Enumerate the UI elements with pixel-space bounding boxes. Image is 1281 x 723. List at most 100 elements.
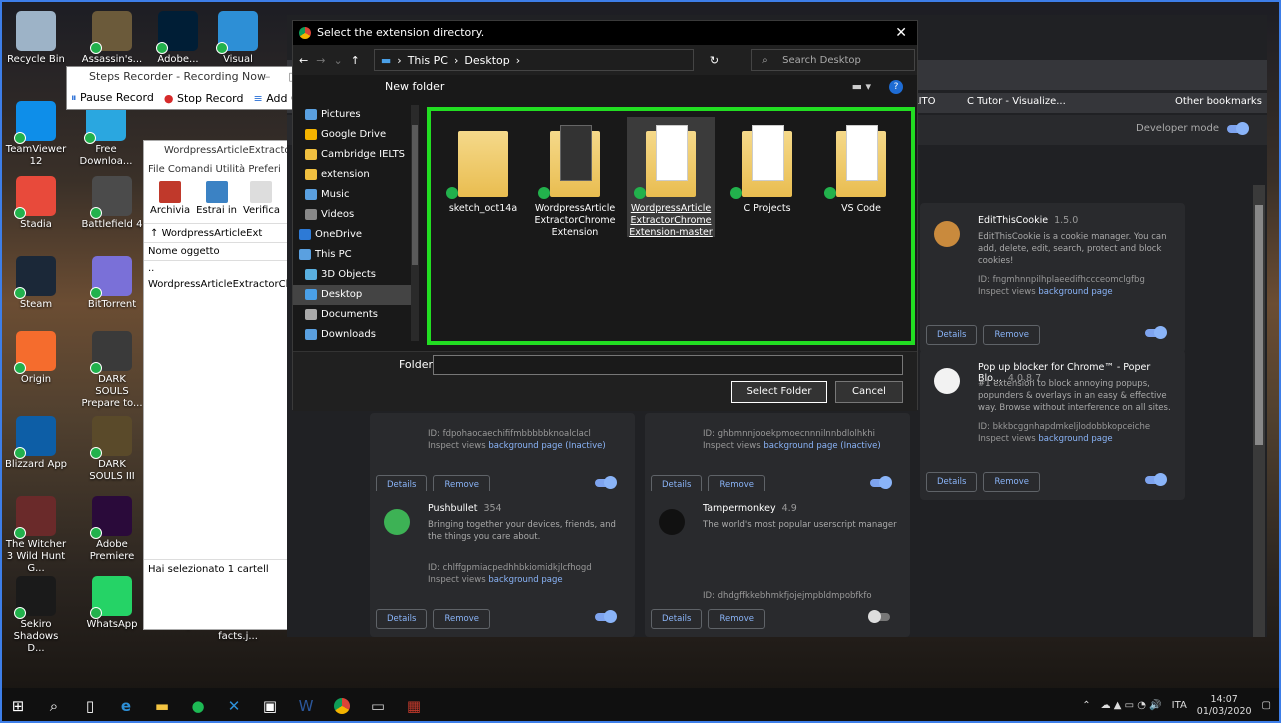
tool-archive[interactable]: Archivia bbox=[150, 181, 190, 221]
tree-item[interactable]: This PC bbox=[293, 245, 411, 265]
archive-address[interactable]: ↑ WordpressArticleExt bbox=[144, 223, 290, 243]
up-icon[interactable]: ↑ bbox=[351, 54, 360, 67]
chevron-down-icon[interactable]: ⌄ bbox=[333, 54, 342, 67]
select-folder-button[interactable]: Select Folder bbox=[731, 381, 827, 403]
back-icon[interactable]: ← bbox=[299, 54, 308, 67]
forward-icon[interactable]: → bbox=[316, 54, 325, 67]
tool-extract[interactable]: Estrai in bbox=[196, 181, 237, 221]
tree-item[interactable]: Desktop bbox=[293, 285, 411, 305]
clock[interactable]: 14:07 01/03/2020 bbox=[1197, 694, 1252, 718]
folder-item[interactable]: VS Code bbox=[817, 117, 905, 237]
desktop-icon[interactable]: DARK SOULS III bbox=[80, 416, 144, 483]
extension-toggle[interactable] bbox=[595, 610, 617, 623]
folder-item[interactable]: WordpressArticle ExtractorChrome Extensi… bbox=[531, 117, 619, 238]
vscode-icon[interactable]: ✕ bbox=[216, 688, 252, 723]
remove-button[interactable]: Remove bbox=[983, 325, 1040, 345]
tree-item[interactable]: OneDrive bbox=[293, 225, 411, 245]
tree-item[interactable]: Downloads bbox=[293, 325, 411, 341]
close-icon[interactable]: ✕ bbox=[895, 21, 907, 45]
up-arrow-icon[interactable]: ↑ bbox=[150, 228, 162, 239]
column-header[interactable]: Nome oggetto bbox=[144, 243, 290, 261]
extension-toggle[interactable] bbox=[595, 476, 617, 489]
details-button[interactable]: Details bbox=[926, 472, 978, 492]
scroll-thumb[interactable] bbox=[412, 125, 418, 265]
details-button[interactable]: Details bbox=[651, 609, 703, 629]
extension-toggle[interactable] bbox=[1145, 326, 1167, 339]
language-indicator[interactable]: ITA bbox=[1172, 700, 1187, 711]
extension-toggle[interactable] bbox=[870, 476, 892, 489]
desktop-icon[interactable]: Recycle Bin bbox=[4, 11, 68, 66]
path-desktop[interactable]: Desktop bbox=[464, 54, 509, 67]
page-scrollbar[interactable] bbox=[1253, 185, 1265, 637]
desktop-icon[interactable]: Sekiro Shadows D... bbox=[4, 576, 68, 655]
tree-item[interactable]: 3D Objects bbox=[293, 265, 411, 285]
start-icon[interactable]: ⊞ bbox=[0, 688, 36, 723]
search-icon[interactable]: ⌕ bbox=[36, 688, 72, 723]
file-explorer-icon[interactable]: ▬ bbox=[144, 688, 180, 723]
archive-taskbar-icon[interactable]: ▦ bbox=[396, 688, 432, 723]
remove-button[interactable]: Remove bbox=[708, 609, 765, 629]
path-this-pc[interactable]: This PC bbox=[408, 54, 448, 67]
desktop-icon[interactable]: DARK SOULS Prepare to... bbox=[80, 331, 144, 410]
notifications-icon[interactable]: ▢ bbox=[1262, 700, 1271, 711]
new-folder-button[interactable]: New folder bbox=[385, 80, 444, 93]
background-page-link[interactable]: background page bbox=[1038, 287, 1112, 297]
task-view-icon[interactable]: ▯ bbox=[72, 688, 108, 723]
steps-recorder-taskbar-icon[interactable]: ▭ bbox=[360, 688, 396, 723]
pause-record-button[interactable]: ⏸ Pause Record bbox=[71, 91, 154, 105]
desktop-icon[interactable]: Origin bbox=[4, 331, 68, 386]
stop-record-button[interactable]: ● Stop Record bbox=[164, 92, 244, 105]
tree-item[interactable]: Documents bbox=[293, 305, 411, 325]
folder-item[interactable]: sketch_oct14a bbox=[439, 117, 527, 237]
tree-item[interactable]: Pictures bbox=[293, 105, 411, 125]
help-icon[interactable]: ? bbox=[889, 80, 903, 94]
extension-toggle[interactable] bbox=[868, 610, 890, 623]
scroll-thumb[interactable] bbox=[1255, 205, 1263, 445]
desktop-icon[interactable]: The Witcher 3 Wild Hunt G... bbox=[4, 496, 68, 575]
folder-input[interactable] bbox=[433, 355, 903, 375]
search-input[interactable]: Search Desktop bbox=[751, 49, 916, 72]
tree-item[interactable]: extension bbox=[293, 165, 411, 185]
bookmark-other[interactable]: Other bookmarks bbox=[1175, 96, 1262, 107]
archive-menu[interactable]: File Comandi Utilità Preferi bbox=[144, 161, 290, 179]
background-page-link[interactable]: background page bbox=[1038, 434, 1112, 444]
desktop-icon[interactable]: Steam bbox=[4, 256, 68, 311]
store-icon[interactable]: ▣ bbox=[252, 688, 288, 723]
folder-item[interactable]: WordpressArticle ExtractorChrome Extensi… bbox=[627, 117, 715, 238]
background-page-link[interactable]: background page bbox=[488, 575, 562, 585]
view-options-icon[interactable]: ▬ ▾ bbox=[852, 75, 871, 99]
details-button[interactable]: Details bbox=[926, 325, 978, 345]
list-item[interactable]: .. bbox=[144, 261, 290, 277]
tree-item[interactable]: Cambridge IELTS bbox=[293, 145, 411, 165]
developer-mode-toggle[interactable]: Developer mode bbox=[1136, 121, 1249, 135]
tree-item[interactable]: Videos bbox=[293, 205, 411, 225]
desktop-icon[interactable]: Stadia bbox=[4, 176, 68, 231]
developer-mode-switch[interactable] bbox=[1227, 121, 1249, 135]
desktop-icon[interactable]: TeamViewer 12 bbox=[4, 101, 68, 168]
navigation-scrollbar[interactable] bbox=[411, 105, 419, 341]
path-bar[interactable]: ▬ › This PC › Desktop › bbox=[373, 49, 694, 71]
remove-button[interactable]: Remove bbox=[433, 609, 490, 629]
desktop-icon[interactable]: Adobe Premiere bbox=[80, 496, 144, 563]
tray-icons[interactable]: ☁ ▲ ▭ ◔ 🔊 bbox=[1101, 700, 1162, 711]
cancel-button[interactable]: Cancel bbox=[835, 381, 903, 403]
details-button[interactable]: Details bbox=[376, 609, 428, 629]
edge-icon[interactable]: e bbox=[108, 688, 144, 723]
desktop-icon[interactable]: Adobe... bbox=[146, 11, 210, 66]
extension-toggle[interactable] bbox=[1145, 473, 1167, 486]
chrome-taskbar-icon[interactable] bbox=[324, 688, 360, 723]
list-item[interactable]: WordpressArticleExtractorCh bbox=[144, 277, 290, 293]
tree-item[interactable]: Google Drive bbox=[293, 125, 411, 145]
tool-verify[interactable]: Verifica bbox=[243, 181, 280, 221]
tray-chevron-icon[interactable]: ⌃ bbox=[1082, 700, 1090, 711]
spotify-icon[interactable]: ● bbox=[180, 688, 216, 723]
tree-item[interactable]: Music bbox=[293, 185, 411, 205]
desktop-icon[interactable]: Assassin's... bbox=[80, 11, 144, 66]
word-icon[interactable]: W bbox=[288, 688, 324, 723]
desktop-icon[interactable]: WhatsApp bbox=[80, 576, 144, 631]
bookmark-ctutor[interactable]: C Tutor - Visualize... bbox=[967, 96, 1066, 107]
background-page-link[interactable]: background page (Inactive) bbox=[763, 441, 880, 451]
refresh-icon[interactable]: ↻ bbox=[710, 54, 719, 67]
remove-button[interactable]: Remove bbox=[983, 472, 1040, 492]
desktop-icon[interactable]: Battlefield 4 bbox=[80, 176, 144, 231]
